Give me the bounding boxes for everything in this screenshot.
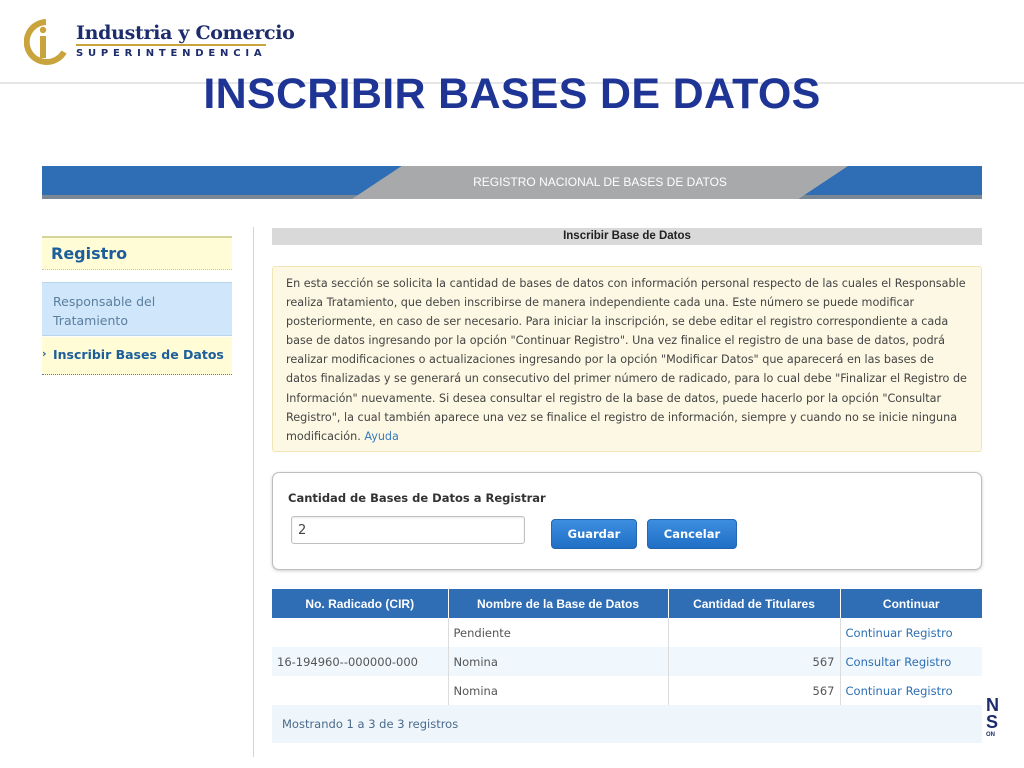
app-screenshot: REGISTRO NACIONAL DE BASES DE DATOS Regi… [42, 150, 982, 760]
chevron-right-icon: › [42, 347, 47, 360]
cell-titulares: 567 [668, 647, 841, 676]
table-row: Pendiente Continuar Registro [272, 618, 982, 647]
brand-divider [76, 44, 266, 46]
table-info: Mostrando 1 a 3 de 3 registros [272, 705, 982, 743]
sidebar-item-inscribir[interactable]: › Inscribir Bases de Datos [42, 337, 232, 375]
continuar-registro-link[interactable]: Continuar Registro [840, 618, 982, 647]
cell-radicado: 16-194960--000000-000 [272, 647, 449, 676]
info-text: En esta sección se solicita la cantidad … [286, 277, 967, 443]
cell-radicado [272, 676, 449, 705]
sic-logo-icon [24, 19, 67, 65]
column-header-nombre[interactable]: Nombre de la Base de Datos [448, 589, 669, 618]
edge-text-line: S [986, 712, 999, 732]
table-header-row: No. Radicado (CIR) Nombre de la Base de … [272, 589, 982, 618]
save-button[interactable]: Guardar [551, 519, 637, 549]
sidebar-heading: Registro [42, 236, 232, 270]
brand-name: Industria y Comercio [76, 22, 295, 44]
cancel-button[interactable]: Cancelar [647, 519, 737, 549]
sic-logo: Industria y Comercio SUPERINTENDENCIA [24, 18, 295, 70]
info-box: En esta sección se solicita la cantidad … [272, 266, 982, 452]
edge-text-small: ON [986, 732, 995, 738]
table-footer-row: Mostrando 1 a 3 de 3 registros [272, 705, 982, 743]
cell-nombre: Pendiente [448, 618, 669, 647]
quantity-form: Cantidad de Bases de Datos a Registrar G… [272, 472, 982, 570]
cell-nombre: Nomina [448, 676, 669, 705]
help-link[interactable]: Ayuda [364, 430, 399, 443]
slide-title: INSCRIBIR BASES DE DATOS [203, 70, 821, 118]
column-header-radicado[interactable]: No. Radicado (CIR) [272, 589, 449, 618]
consultar-registro-link[interactable]: Consultar Registro [840, 647, 982, 676]
database-table: No. Radicado (CIR) Nombre de la Base de … [272, 589, 982, 743]
banner-title: REGISTRO NACIONAL DE BASES DE DATOS [473, 175, 727, 189]
section-title: Inscribir Base de Datos [272, 228, 982, 245]
cell-nombre: Nomina [448, 647, 669, 676]
sidebar-item-label: Inscribir Bases de Datos [53, 347, 224, 362]
table-row: 16-194960--000000-000 Nomina 567 Consult… [272, 647, 982, 676]
edge-text: N S ON [986, 697, 1000, 739]
top-banner: REGISTRO NACIONAL DE BASES DE DATOS [42, 166, 982, 199]
cell-titulares: 567 [668, 676, 841, 705]
cell-titulares [668, 618, 841, 647]
cell-radicado [272, 618, 449, 647]
brand-subtitle: SUPERINTENDENCIA [76, 48, 267, 59]
sidebar-item-responsable[interactable]: Responsable del Tratamiento [42, 282, 232, 336]
column-header-titulares[interactable]: Cantidad de Titulares [668, 589, 841, 618]
sidebar-item-label: Responsable del Tratamiento [53, 294, 156, 328]
quantity-label: Cantidad de Bases de Datos a Registrar [288, 491, 546, 505]
quantity-input[interactable] [291, 516, 525, 544]
table-row: Nomina 567 Continuar Registro [272, 676, 982, 705]
continuar-registro-link[interactable]: Continuar Registro [840, 676, 982, 705]
column-header-continuar[interactable]: Continuar [840, 589, 982, 618]
content-divider [253, 227, 254, 757]
sidebar-heading-label: Registro [51, 244, 128, 263]
